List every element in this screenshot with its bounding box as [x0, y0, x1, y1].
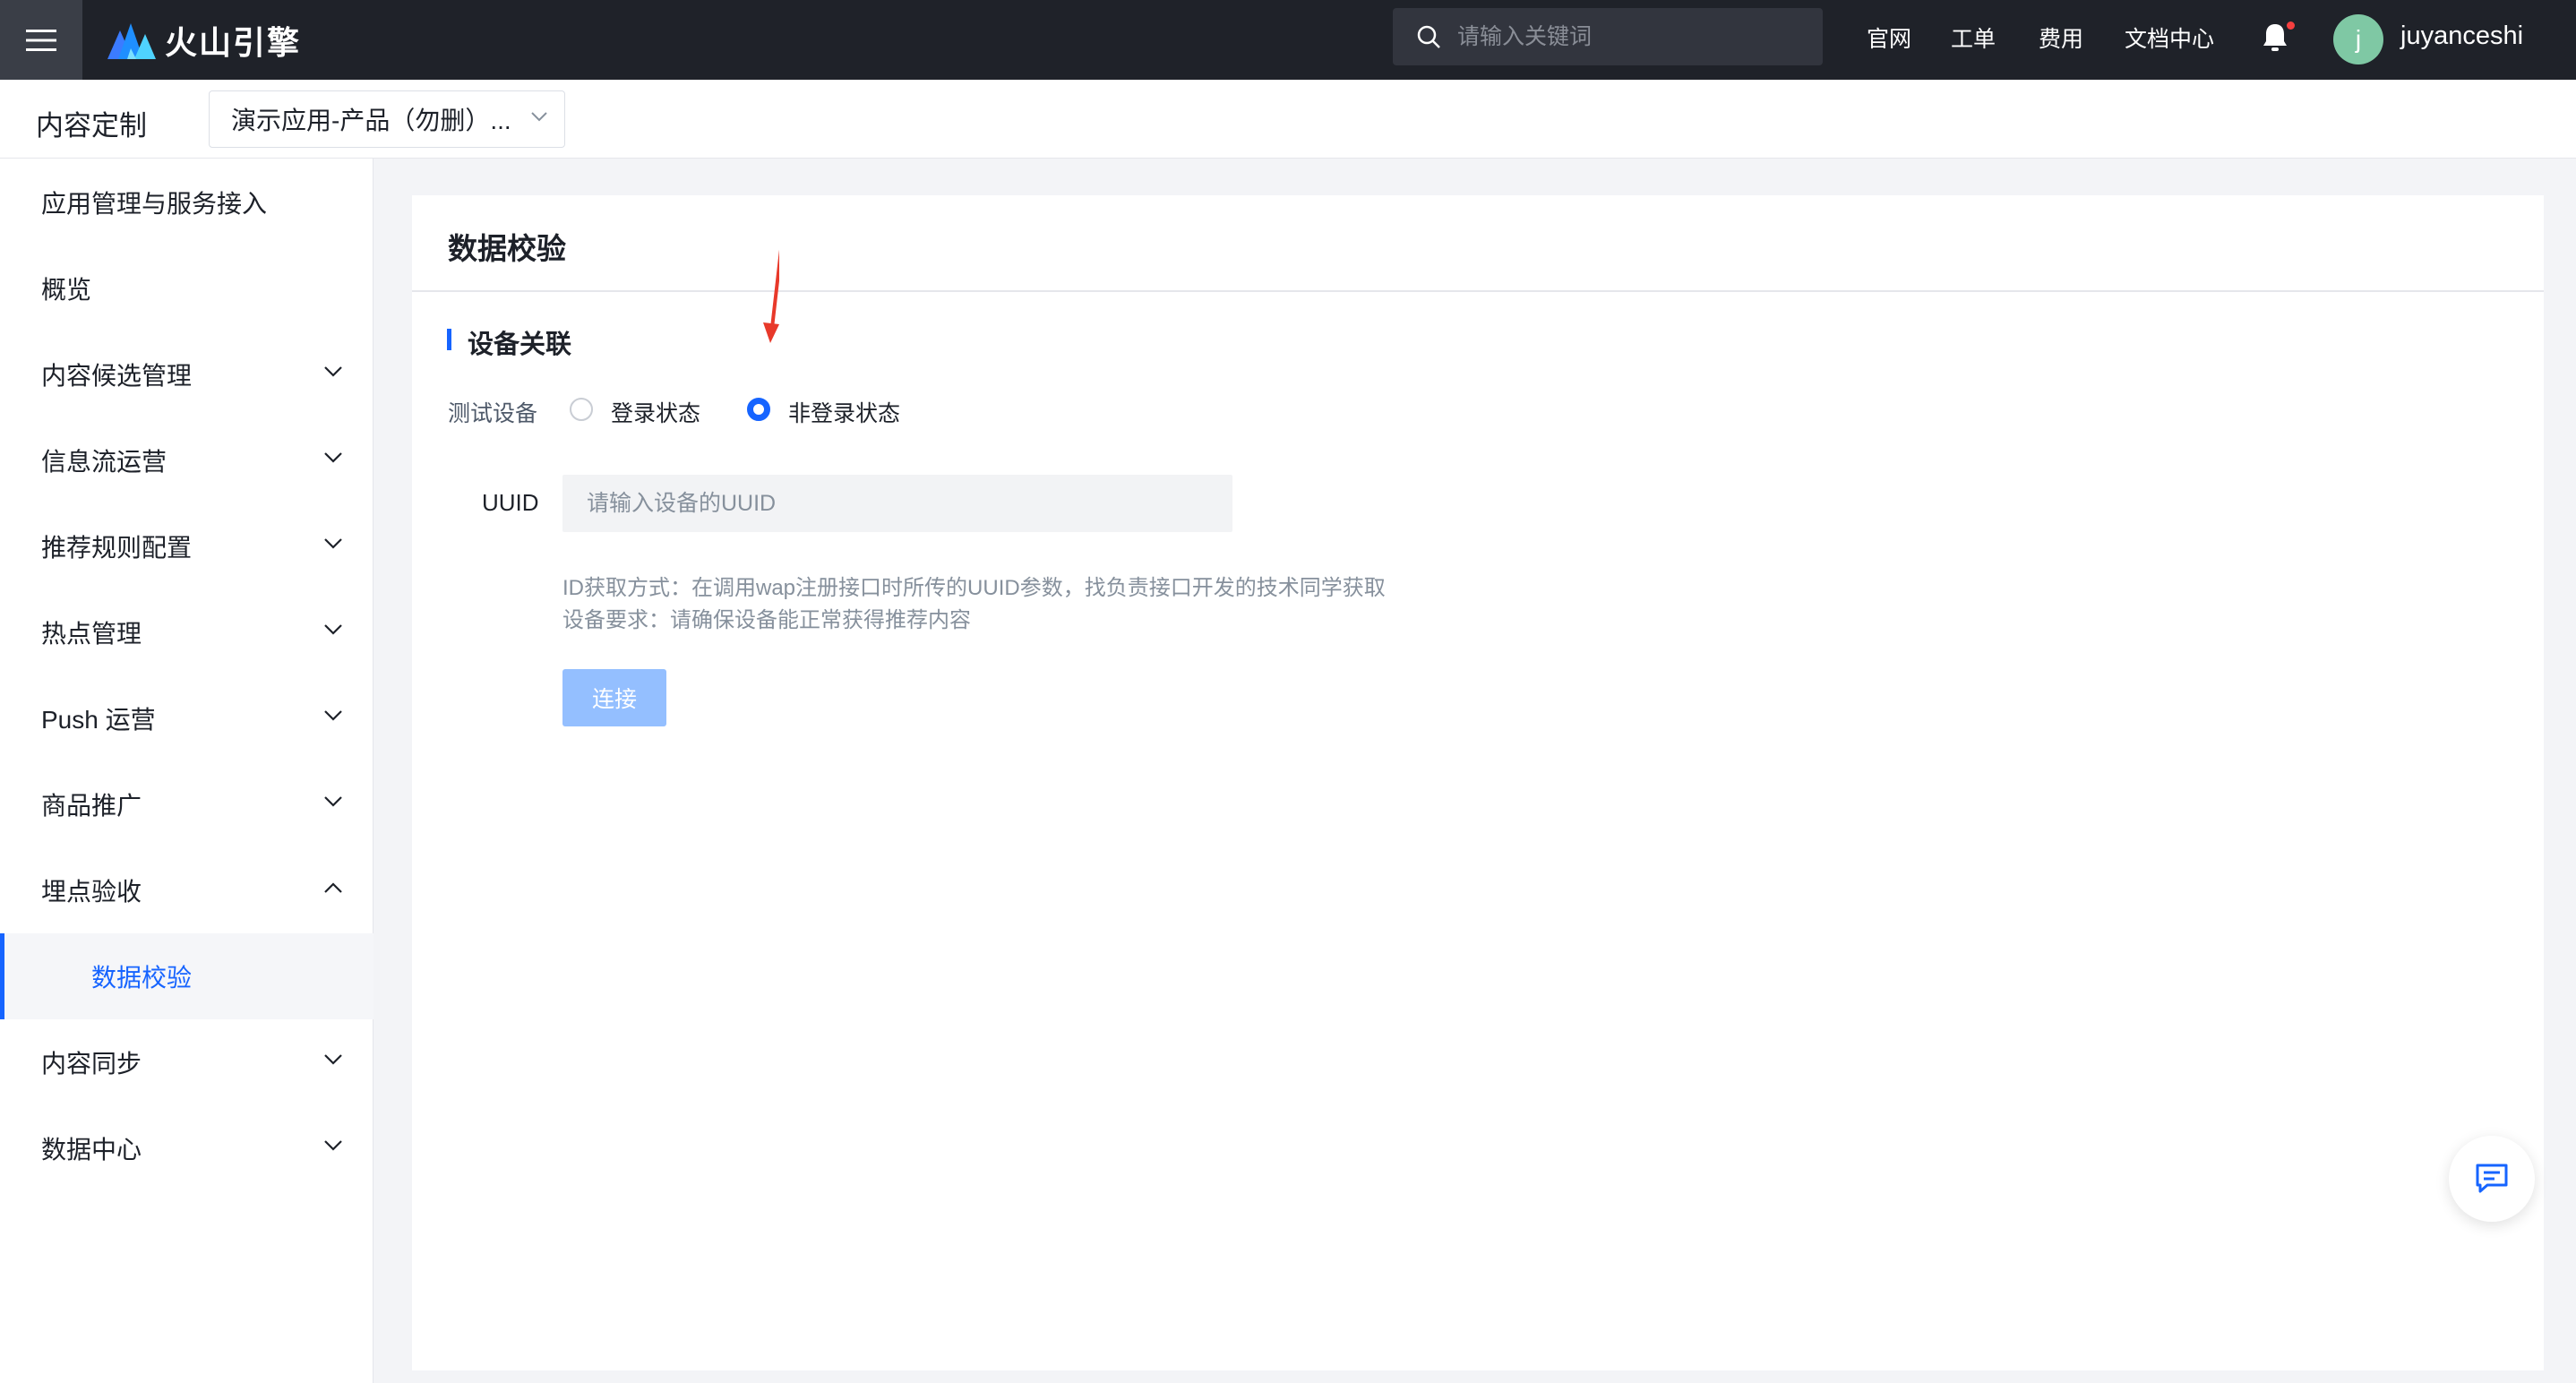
avatar[interactable]: j [2333, 14, 2383, 64]
hamburger-menu-button[interactable] [0, 0, 82, 80]
global-search[interactable] [1393, 8, 1823, 65]
notification-dot [2287, 21, 2295, 30]
chevron-down-icon [324, 796, 342, 807]
sidebar-item-label: 概览 [41, 276, 92, 304]
bell-icon[interactable] [2261, 21, 2289, 54]
chevron-down-icon [324, 1140, 342, 1151]
sidebar-item-label: 数据校验 [91, 964, 193, 992]
radio-not-logged-in-label[interactable]: 非登录状态 [788, 396, 900, 428]
brand-logo[interactable]: 火山引擎 [107, 17, 301, 64]
app-selector-value: 演示应用-产品（勿删）... [231, 107, 511, 134]
sidebar-item-content-candidates[interactable]: 内容候选管理 [0, 331, 374, 417]
sidebar-item-app-management[interactable]: 应用管理与服务接入 [0, 159, 374, 245]
radio-not-logged-in[interactable] [747, 398, 770, 421]
sidebar-item-product-promotion[interactable]: 商品推广 [0, 761, 374, 847]
search-input[interactable] [1457, 23, 1798, 50]
chevron-down-icon [324, 538, 342, 549]
search-icon [1417, 25, 1440, 48]
active-indicator [0, 933, 4, 1019]
radio-logged-in[interactable] [570, 398, 593, 421]
divider [412, 290, 2544, 292]
volcano-logo-icon [107, 22, 156, 59]
feedback-button[interactable] [2449, 1136, 2535, 1222]
chevron-down-icon [324, 366, 342, 377]
chevron-down-icon [324, 624, 342, 635]
chevron-up-icon [324, 882, 342, 893]
sidebar-item-recommend-rules[interactable]: 推荐规则配置 [0, 503, 374, 589]
hint-id-source: ID获取方式：在调用wap注册接口时所传的UUID参数，找负责接口开发的技术同学… [562, 576, 1386, 600]
sidebar-item-label: 商品推广 [41, 792, 142, 820]
radio-logged-in-label[interactable]: 登录状态 [611, 396, 700, 428]
chevron-down-icon [531, 112, 547, 122]
sidebar-item-data-center[interactable]: 数据中心 [0, 1105, 374, 1191]
sidebar-item-tracking-acceptance[interactable]: 埋点验收 [0, 847, 374, 933]
sidebar-item-push-operation[interactable]: Push 运营 [0, 675, 374, 761]
main-card: 数据校验 设备关联 测试设备 登录状态 非登录状态 UUID ID获取方式：在调… [412, 195, 2544, 1370]
sidebar-item-label: 内容候选管理 [41, 362, 193, 390]
section-marker [447, 329, 451, 350]
connect-button[interactable]: 连接 [562, 669, 666, 726]
annotation-arrow-icon [763, 249, 779, 343]
nav-link-official-site[interactable]: 官网 [1867, 21, 1911, 54]
sidebar-item-feed-operation[interactable]: 信息流运营 [0, 417, 374, 503]
uuid-input[interactable] [562, 475, 1232, 532]
hint-device-requirement: 设备要求：请确保设备能正常获得推荐内容 [562, 608, 971, 632]
sidebar-item-label: 应用管理与服务接入 [41, 190, 268, 218]
sidebar-item-label: 埋点验收 [41, 878, 142, 906]
menu-icon [26, 29, 56, 51]
page-title: 数据校验 [448, 232, 566, 265]
brand-name: 火山引擎 [165, 23, 302, 61]
sidebar-item-label: 数据中心 [41, 1136, 142, 1164]
app-selector[interactable]: 演示应用-产品（勿删）... [209, 90, 565, 148]
sub-header: 内容定制 演示应用-产品（勿删）... [0, 80, 2576, 159]
nav-link-docs[interactable]: 文档中心 [2125, 21, 2214, 54]
username[interactable]: juyanceshi [2400, 21, 2523, 51]
sidebar-item-label: 热点管理 [41, 620, 142, 648]
chevron-down-icon [324, 1054, 342, 1065]
section-title: 设备关联 [468, 331, 572, 359]
page-section-title: 内容定制 [36, 110, 147, 142]
nav-link-billing[interactable]: 费用 [2039, 21, 2083, 54]
uuid-label: UUID [482, 489, 539, 516]
sidebar-item-label: 内容同步 [41, 1050, 142, 1078]
chat-icon [2476, 1164, 2508, 1193]
nav-link-tickets[interactable]: 工单 [1951, 21, 1996, 54]
test-device-label: 测试设备 [448, 401, 538, 426]
sidebar-item-overview[interactable]: 概览 [0, 245, 374, 331]
sidebar-item-hot-topics[interactable]: 热点管理 [0, 589, 374, 675]
sidebar-item-label: 推荐规则配置 [41, 534, 193, 562]
sidebar-item-data-validation[interactable]: 数据校验 [0, 933, 374, 1019]
chevron-down-icon [324, 710, 342, 721]
sidebar-item-label: 信息流运营 [41, 448, 167, 476]
sidebar: 应用管理与服务接入 概览 内容候选管理 信息流运营 推荐规则配置 热点管理 Pu… [0, 159, 374, 1383]
sidebar-item-label: Push 运营 [41, 706, 156, 734]
sidebar-item-content-sync[interactable]: 内容同步 [0, 1019, 374, 1105]
chevron-down-icon [324, 452, 342, 463]
